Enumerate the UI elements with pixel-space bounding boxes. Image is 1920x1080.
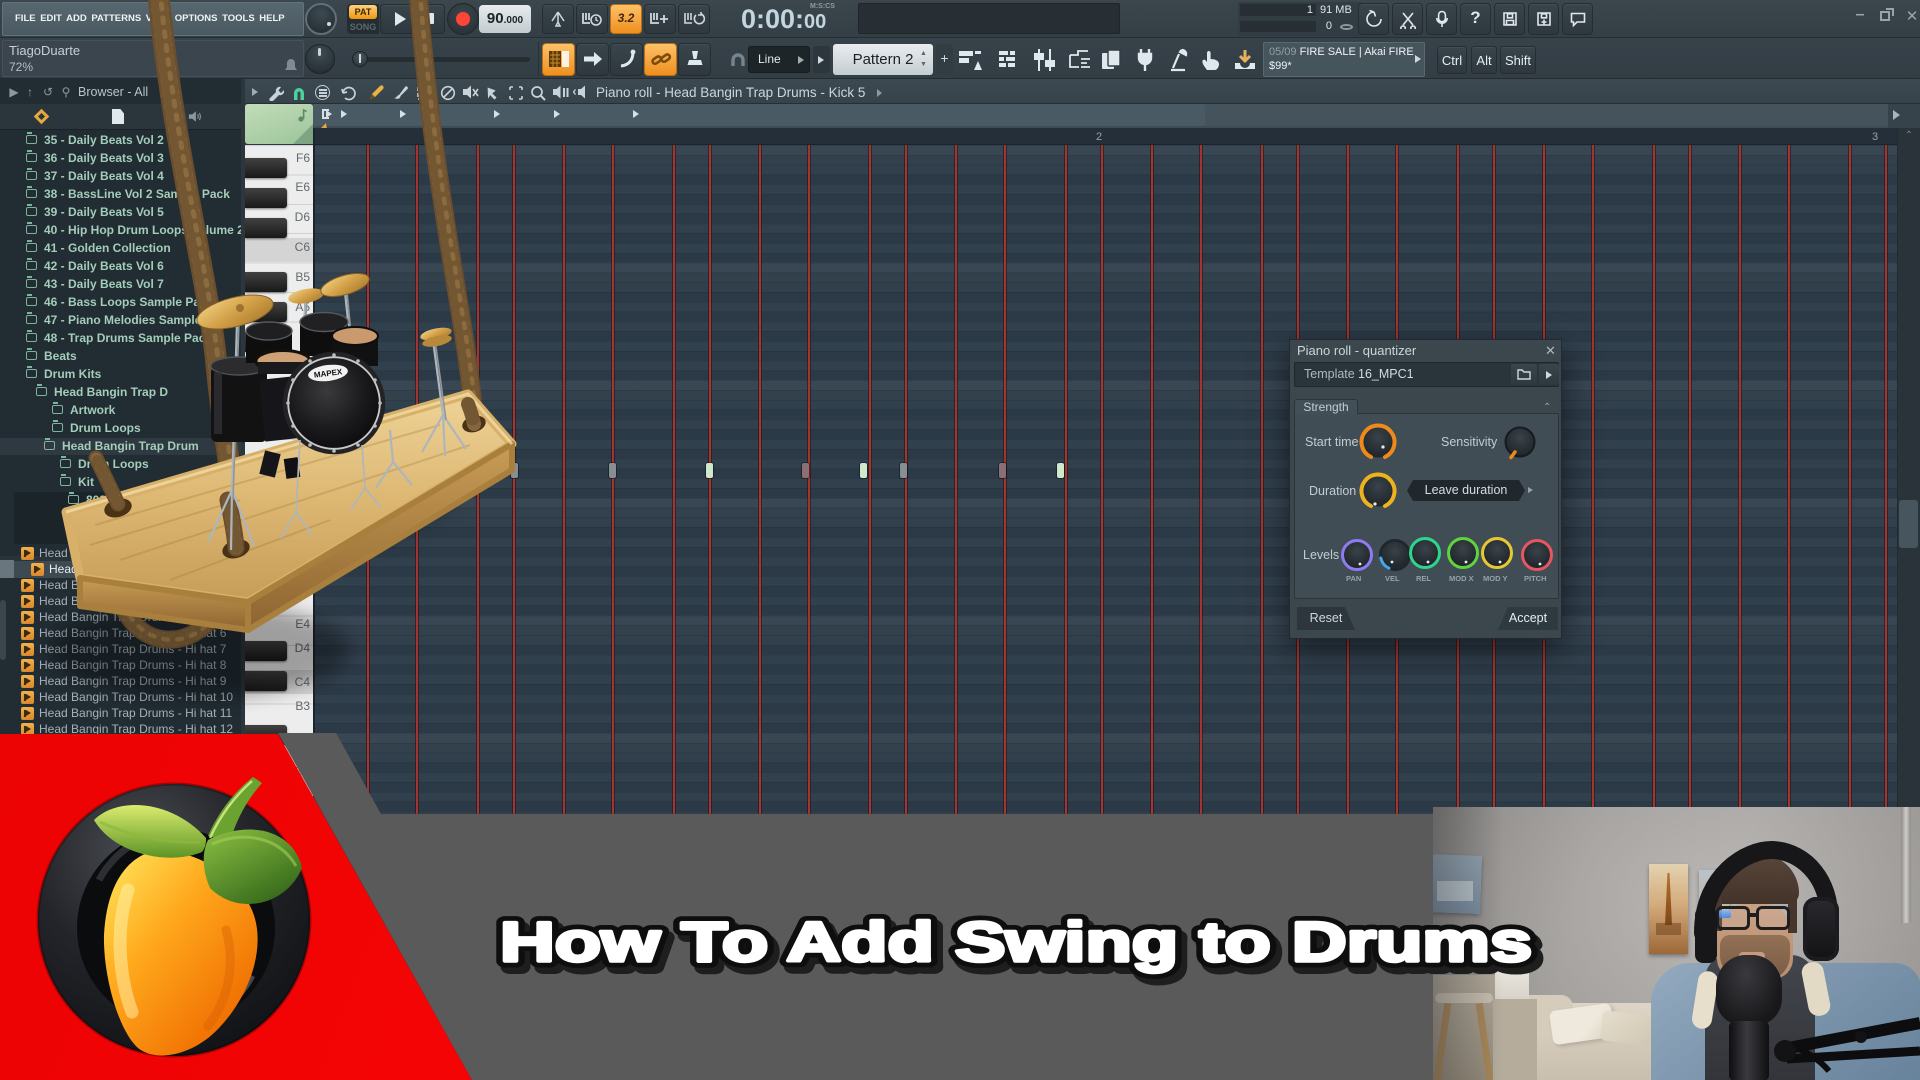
svg-text:How To Add Swing to Drums: How To Add Swing to Drums: [500, 910, 1532, 973]
